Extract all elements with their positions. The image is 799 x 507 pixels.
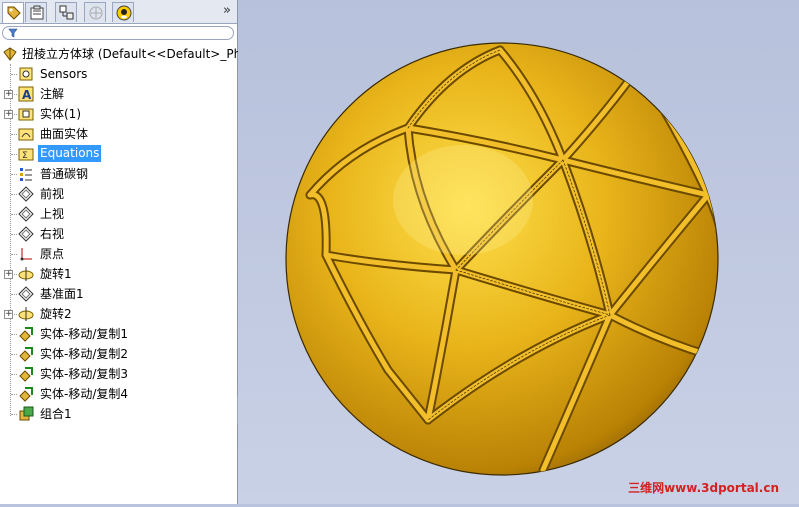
- tree-connector: [11, 134, 17, 135]
- dimxpert-icon: [89, 6, 103, 20]
- part-icon: [3, 47, 17, 61]
- tree-item[interactable]: 曲面实体: [0, 124, 237, 144]
- move-copy-icon: [19, 367, 33, 382]
- property-manager-tab[interactable]: [25, 2, 47, 22]
- graphics-viewport[interactable]: 三维网www.3dportal.cn: [238, 0, 799, 504]
- tree-item-label: 旋转2: [40, 307, 72, 321]
- tree-connector: [11, 374, 17, 375]
- tree-item[interactable]: 右视: [0, 224, 237, 244]
- material-icon: [20, 168, 32, 181]
- specular-highlight: [393, 145, 533, 255]
- solid-bodies-icon: [18, 108, 34, 121]
- tree-connector: [11, 334, 17, 335]
- tree-item[interactable]: 前视: [0, 184, 237, 204]
- tree-item[interactable]: 原点: [0, 244, 237, 264]
- snub-cube-sphere-model[interactable]: [238, 0, 799, 504]
- move-copy-icon: [19, 327, 33, 342]
- watermark: 三维网www.3dportal.cn: [628, 479, 779, 496]
- feature-manager-panel: » 扭棱立方体球 (Default<<Default>_Ph Sensors + A…: [0, 0, 241, 504]
- tree-connector: [11, 294, 17, 295]
- tree-item[interactable]: 实体-移动/复制3: [0, 364, 237, 384]
- tree-item-label: 曲面实体: [40, 127, 89, 141]
- tree-item[interactable]: + 实体(1): [0, 104, 237, 124]
- tree-item-label: 右视: [40, 227, 65, 241]
- plane-icon: [18, 286, 34, 302]
- tree-item[interactable]: + 旋转2: [0, 304, 237, 324]
- appearance-icon: [116, 5, 132, 21]
- tree-item[interactable]: 普通碳钢: [0, 164, 237, 184]
- revolve-icon: [18, 307, 34, 321]
- expand-toggle-icon[interactable]: +: [4, 90, 13, 99]
- tree-item-label: 实体-移动/复制1: [40, 327, 129, 341]
- tree-item[interactable]: 实体-移动/复制1: [0, 324, 237, 344]
- feature-manager-tabs: »: [0, 0, 237, 24]
- tree-connector: [11, 74, 17, 75]
- dimxpert-tab[interactable]: [84, 2, 106, 22]
- tree-item-label: 上视: [40, 207, 65, 221]
- tree-item-label: 实体-移动/复制3: [40, 367, 129, 381]
- tree-connector: [11, 154, 17, 155]
- expand-panel-button[interactable]: »: [223, 3, 231, 18]
- tree-connector: [11, 174, 17, 175]
- tree-item[interactable]: + 旋转1: [0, 264, 237, 284]
- feature-tree: 扭棱立方体球 (Default<<Default>_Ph Sensors + A 注解…: [0, 44, 241, 424]
- feature-tree-tab[interactable]: [2, 2, 24, 23]
- tree-connector: [11, 414, 17, 415]
- expand-toggle-icon[interactable]: +: [4, 310, 13, 319]
- tree-item[interactable]: 实体-移动/复制4: [0, 384, 237, 404]
- equations-icon: Σ: [18, 148, 34, 161]
- tree-connector: [11, 194, 17, 195]
- watermark-url: www.3dportal.cn: [664, 481, 779, 495]
- configuration-manager-icon: [59, 5, 74, 20]
- property-manager-icon: [30, 5, 44, 20]
- sensors-icon: [19, 67, 33, 81]
- tree-root-part[interactable]: 扭棱立方体球 (Default<<Default>_Ph: [0, 44, 241, 64]
- tree-item[interactable]: Sensors: [0, 64, 237, 84]
- svg-text:Σ: Σ: [22, 151, 28, 161]
- filter-icon: [8, 28, 18, 38]
- tree-item-label: 组合1: [40, 407, 72, 421]
- tree-item-label: 旋转1: [40, 267, 72, 281]
- tree-item-label: 实体-移动/复制4: [40, 387, 129, 401]
- watermark-cn: 三维网: [628, 481, 665, 495]
- tree-item-label: 普通碳钢: [40, 167, 89, 181]
- tree-item[interactable]: 组合1: [0, 404, 237, 424]
- part-name: 扭棱立方体球 (Default<<Default>_Ph: [22, 47, 242, 61]
- tree-item-label: Sensors: [40, 67, 88, 81]
- tree-connector: [11, 214, 17, 215]
- tree-connector: [11, 394, 17, 395]
- feature-filter-input[interactable]: [2, 26, 234, 40]
- tree-item[interactable]: 实体-移动/复制2: [0, 344, 237, 364]
- expand-toggle-icon[interactable]: +: [4, 110, 13, 119]
- tree-item[interactable]: 上视: [0, 204, 237, 224]
- revolve-icon: [18, 267, 34, 281]
- tree-connector: [11, 354, 17, 355]
- tree-item[interactable]: Σ Equations: [0, 144, 237, 164]
- origin-icon: [20, 248, 32, 261]
- move-copy-icon: [19, 347, 33, 362]
- plane-icon: [18, 186, 34, 202]
- feature-tree-icon: [7, 6, 21, 20]
- appearance-tab[interactable]: [112, 2, 134, 22]
- tree-connector: [11, 234, 17, 235]
- tree-item-label: 实体(1): [40, 107, 81, 121]
- plane-icon: [18, 226, 34, 242]
- svg-text:A: A: [22, 88, 32, 102]
- tree-connector: [11, 254, 17, 255]
- tree-item-label: 原点: [40, 247, 65, 261]
- tree-item-label: 前视: [40, 187, 65, 201]
- plane-icon: [18, 206, 34, 222]
- expand-toggle-icon[interactable]: +: [4, 270, 13, 279]
- tree-item[interactable]: + A 注解: [0, 84, 237, 104]
- surface-bodies-icon: [18, 128, 34, 141]
- combine-icon: [19, 406, 34, 421]
- configuration-manager-tab[interactable]: [55, 2, 77, 22]
- annotations-icon: A: [18, 86, 34, 102]
- tree-item-label: 基准面1: [40, 287, 84, 301]
- tree-item-label: 实体-移动/复制2: [40, 347, 129, 361]
- tree-item-label: Equations: [38, 145, 102, 162]
- tree-item-label: 注解: [40, 87, 65, 101]
- move-copy-icon: [19, 387, 33, 402]
- tree-item[interactable]: 基准面1: [0, 284, 237, 304]
